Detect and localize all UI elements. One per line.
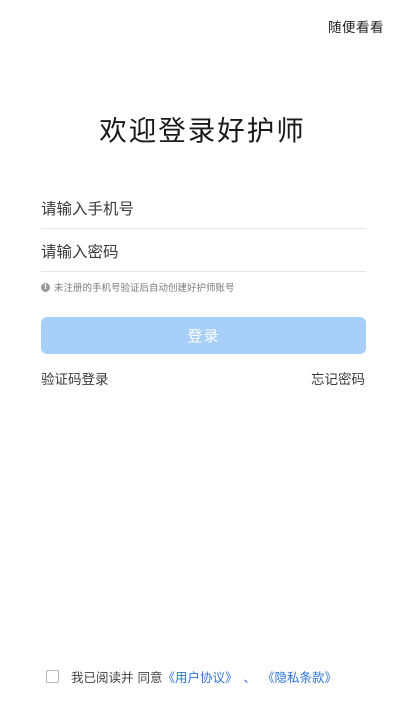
login-page: 随便看看 欢迎登录好护师 ! 未注册的手机号验证后自动创建好护师账号 登录 验证… (0, 0, 405, 720)
password-input[interactable] (41, 232, 366, 271)
agreement-row: 我已阅读并 同意 《用户协议》 、 《隐私条款》 (46, 667, 337, 686)
privacy-policy-link[interactable]: 《隐私条款》 (262, 667, 337, 686)
password-field-container (41, 232, 366, 272)
user-agreement-link[interactable]: 《用户协议》 (162, 667, 237, 686)
browse-as-guest-link[interactable]: 随便看看 (328, 16, 384, 36)
info-icon: ! (41, 282, 50, 292)
agreement-checkbox[interactable] (46, 670, 59, 683)
hint-text: 未注册的手机号验证后自动创建好护师账号 (54, 283, 235, 294)
registration-hint: ! 未注册的手机号验证后自动创建好护师账号 (41, 280, 235, 294)
phone-field-container (41, 189, 366, 229)
sms-login-link[interactable]: 验证码登录 (41, 368, 109, 388)
agreement-prefix: 我已阅读并 同意 (71, 670, 163, 685)
login-button[interactable]: 登录 (41, 317, 366, 354)
forgot-password-link[interactable]: 忘记密码 (311, 368, 365, 388)
page-title: 欢迎登录好护师 (99, 115, 306, 147)
phone-input[interactable] (41, 189, 366, 228)
agreement-separator: 、 (243, 670, 257, 685)
